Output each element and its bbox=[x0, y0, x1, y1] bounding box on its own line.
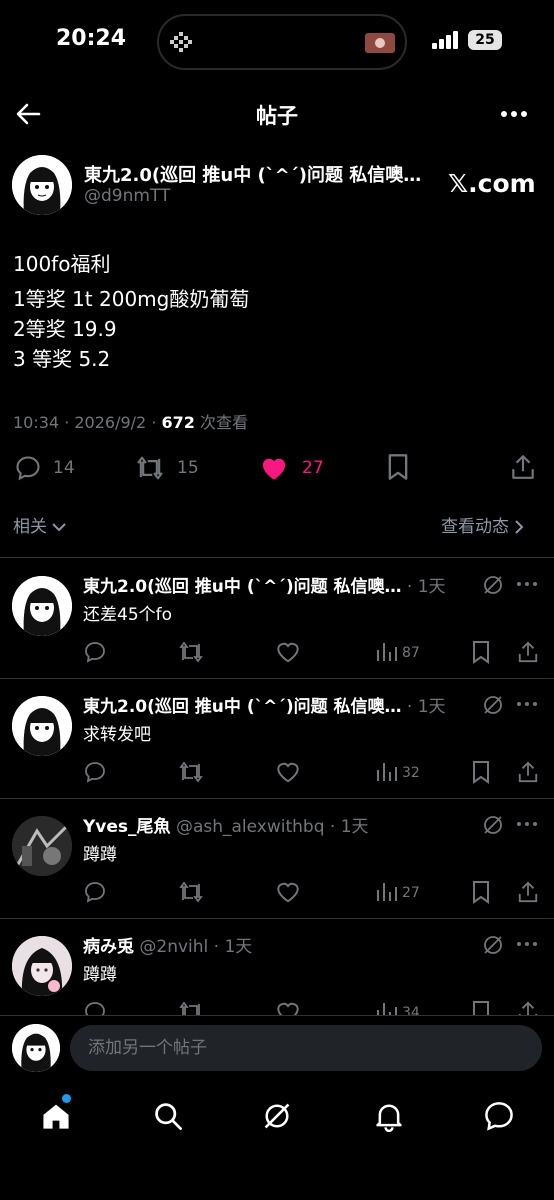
avatar[interactable] bbox=[12, 576, 72, 636]
reply-count: 14 bbox=[53, 458, 75, 478]
chevron-down-icon bbox=[52, 522, 67, 532]
heart-icon[interactable] bbox=[259, 455, 289, 481]
reply-item[interactable]: 東九2.0(巡回 推u中 (ˋ^ˊ)问题 私信噢… · 1天 还差45个fo 8… bbox=[0, 558, 554, 678]
more-icon[interactable] bbox=[516, 700, 538, 708]
reply-item[interactable]: 東九2.0(巡回 推u中 (ˋ^ˊ)问题 私信噢… · 1天 求转发吧 32 bbox=[0, 678, 554, 798]
reply-text: 蹲蹲 bbox=[83, 965, 117, 985]
grok-icon[interactable] bbox=[482, 934, 504, 956]
grok-icon[interactable] bbox=[261, 1100, 293, 1132]
more-icon[interactable] bbox=[516, 820, 538, 828]
post-text-line: 2等奖 19.9 bbox=[13, 317, 117, 341]
like-count: 27 bbox=[302, 458, 324, 478]
grok-icon[interactable] bbox=[482, 694, 504, 716]
reply-meta: @2nvihl · 1天 bbox=[134, 937, 253, 957]
post-text-line: 3 等奖 5.2 bbox=[13, 347, 111, 371]
reply-icon[interactable] bbox=[83, 640, 107, 664]
related-label: 相关 bbox=[13, 517, 47, 537]
bell-icon[interactable] bbox=[373, 1100, 405, 1132]
reply-text: 还差45个fo bbox=[83, 605, 173, 625]
repost-count: 15 bbox=[177, 458, 199, 478]
views-icon[interactable] bbox=[375, 640, 397, 662]
reply-actions: 32 bbox=[83, 760, 545, 786]
related-dropdown[interactable]: 相关 bbox=[13, 512, 67, 537]
views-label: 次查看 bbox=[194, 413, 248, 432]
heart-icon[interactable] bbox=[275, 880, 301, 904]
share-button[interactable] bbox=[510, 453, 536, 481]
reply-author-name[interactable]: 東九2.0(巡回 推u中 (ˋ^ˊ)问题 私信噢… bbox=[83, 697, 402, 717]
repost-button[interactable] bbox=[134, 454, 166, 482]
grok-icon[interactable] bbox=[482, 574, 504, 596]
share-icon[interactable] bbox=[517, 760, 539, 784]
bookmark-icon[interactable] bbox=[471, 640, 491, 664]
reply-author-name[interactable]: 病み兎 bbox=[83, 937, 134, 957]
home-icon[interactable] bbox=[40, 1100, 72, 1132]
repost-icon[interactable] bbox=[177, 640, 205, 664]
bookmark-icon[interactable] bbox=[471, 880, 491, 904]
grok-icon[interactable] bbox=[482, 814, 504, 836]
reply-meta: @ash_alexwithbq · 1天 bbox=[170, 817, 369, 837]
bookmark-button[interactable] bbox=[386, 453, 410, 481]
views-count[interactable]: 672 bbox=[161, 413, 194, 432]
view-activity-link[interactable]: 查看动态 bbox=[441, 512, 524, 537]
share-icon[interactable] bbox=[517, 640, 539, 664]
heart-icon[interactable] bbox=[275, 640, 301, 664]
reply-meta: · 1天 bbox=[401, 697, 446, 717]
author-handle[interactable]: @d9nmTT bbox=[84, 186, 170, 206]
reply-author-name[interactable]: 東九2.0(巡回 推u中 (ˋ^ˊ)问题 私信噢… bbox=[83, 577, 402, 597]
messages-icon[interactable] bbox=[482, 1100, 516, 1132]
reply-text: 蹲蹲 bbox=[83, 845, 117, 865]
views-icon[interactable] bbox=[375, 880, 397, 902]
avatar[interactable] bbox=[12, 936, 72, 996]
avatar[interactable] bbox=[12, 155, 72, 215]
page-title: 帖子 bbox=[256, 104, 298, 128]
repost-icon[interactable] bbox=[177, 760, 205, 784]
repost-icon[interactable] bbox=[177, 880, 205, 904]
reply-item[interactable]: Yves_尾魚 @ash_alexwithbq · 1天 蹲蹲 27 bbox=[0, 798, 554, 918]
reply-author-name[interactable]: Yves_尾魚 bbox=[83, 817, 171, 837]
views-count: 32 bbox=[402, 765, 420, 781]
more-icon[interactable] bbox=[516, 940, 538, 948]
author-name[interactable]: 東九2.0(巡回 推u中 (ˋ^ˊ)问题 私信噢m… bbox=[84, 161, 439, 187]
reply-actions: 87 bbox=[83, 640, 545, 666]
post-meta: 10:34 · 2026/9/2 · 672 次查看 bbox=[13, 409, 248, 433]
reply-meta: · 1天 bbox=[401, 577, 446, 597]
heart-icon[interactable] bbox=[275, 760, 301, 784]
hk-flag-icon bbox=[365, 33, 395, 53]
avatar[interactable] bbox=[12, 1024, 60, 1072]
signal-icon bbox=[432, 31, 460, 49]
reply-header: 東九2.0(巡回 推u中 (ˋ^ˊ)问题 私信噢… · 1天 bbox=[83, 692, 458, 717]
reply-icon[interactable] bbox=[83, 880, 107, 904]
vpn-icon bbox=[170, 32, 192, 52]
chevron-right-icon bbox=[514, 520, 524, 534]
status-time: 20:24 bbox=[56, 26, 127, 51]
notification-dot bbox=[62, 1094, 71, 1103]
views-count: 27 bbox=[402, 885, 420, 901]
post-timestamp: 10:34 · 2026/9/2 · bbox=[13, 413, 162, 432]
search-icon[interactable] bbox=[152, 1100, 184, 1132]
xcom-logo: 𝕏.com bbox=[448, 169, 536, 198]
reply-button[interactable] bbox=[14, 454, 42, 482]
views-icon[interactable] bbox=[375, 760, 397, 782]
avatar[interactable] bbox=[12, 816, 72, 876]
reply-actions: 27 bbox=[83, 880, 545, 906]
reply-icon[interactable] bbox=[83, 760, 107, 784]
avatar[interactable] bbox=[12, 696, 72, 756]
reply-header: 東九2.0(巡回 推u中 (ˋ^ˊ)问题 私信噢… · 1天 bbox=[83, 572, 458, 597]
bookmark-icon[interactable] bbox=[471, 760, 491, 784]
view-activity-label: 查看动态 bbox=[441, 517, 509, 537]
compose-input[interactable] bbox=[70, 1025, 542, 1071]
reply-header: Yves_尾魚 @ash_alexwithbq · 1天 bbox=[83, 812, 458, 837]
share-icon[interactable] bbox=[517, 880, 539, 904]
post-text-line: 1等奖 1t 200mg酸奶葡萄 bbox=[13, 287, 250, 311]
post-text-line: 100fo福利 bbox=[13, 252, 111, 276]
views-count: 87 bbox=[402, 645, 420, 661]
reply-text: 求转发吧 bbox=[83, 725, 151, 745]
battery-icon: 25 bbox=[468, 30, 502, 50]
more-icon[interactable] bbox=[516, 580, 538, 588]
more-icon[interactable] bbox=[500, 104, 528, 124]
reply-header: 病み兎 @2nvihl · 1天 bbox=[83, 932, 458, 957]
